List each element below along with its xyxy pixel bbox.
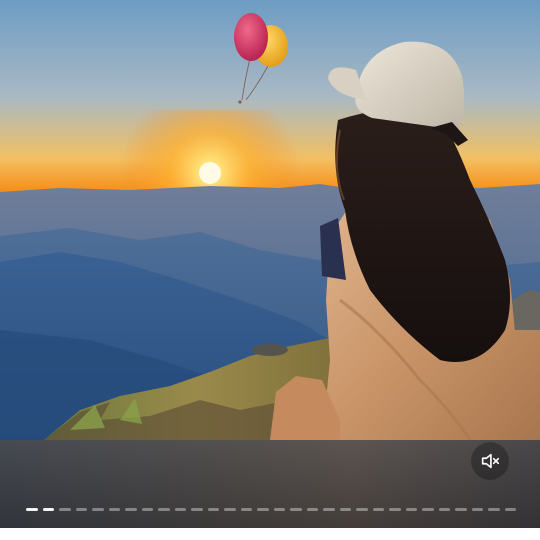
progress-segment [471,508,483,511]
progress-segment [125,508,137,511]
progress-segment [438,508,450,511]
progress-segment [141,508,153,511]
story-photo[interactable] [0,0,540,440]
progress-segment [273,508,285,511]
progress-segment [158,508,170,511]
progress-segment [372,508,384,511]
progress-segment [59,508,71,511]
progress-segment [306,508,318,511]
progress-segment [290,508,302,511]
progress-segment [42,508,54,511]
story-viewer [0,0,540,540]
story-progress [26,508,516,511]
progress-segment [191,508,203,511]
progress-segment [92,508,104,511]
progress-segment [207,508,219,511]
sunset-photo [0,0,540,440]
progress-segment [257,508,269,511]
progress-segment [26,508,38,511]
progress-segment [174,508,186,511]
progress-segment [405,508,417,511]
mute-button[interactable] [471,442,509,480]
progress-segment [488,508,500,511]
bottom-margin [0,528,540,540]
progress-segment [455,508,467,511]
progress-segment [224,508,236,511]
progress-segment [389,508,401,511]
progress-segment [339,508,351,511]
progress-segment [240,508,252,511]
progress-segment [323,508,335,511]
media-controls-bar [0,440,540,528]
progress-segment [504,508,516,511]
speaker-muted-icon [481,453,500,469]
progress-segment [75,508,87,511]
progress-segment [422,508,434,511]
progress-segment [356,508,368,511]
progress-segment [108,508,120,511]
